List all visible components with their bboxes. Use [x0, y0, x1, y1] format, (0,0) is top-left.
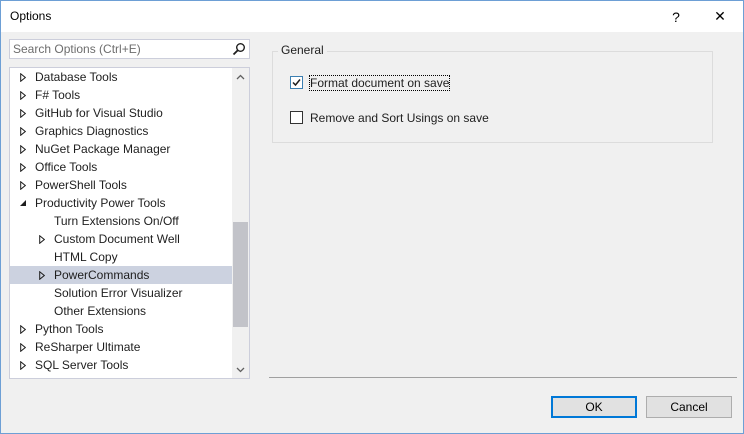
cancel-button[interactable]: Cancel [646, 396, 732, 418]
tree-item[interactable]: GitHub for Visual Studio [10, 104, 232, 122]
tree-item-label: ReSharper Ultimate [35, 340, 141, 354]
tree-item-label: Custom Document Well [54, 232, 180, 246]
options-dialog: Options ? ✕ Database Tools F# Tools GitHub… [0, 0, 744, 434]
tree-item[interactable]: Graphics Diagnostics [10, 122, 232, 140]
tree-item-label: Python Tools [35, 322, 104, 336]
checkmark-icon [292, 79, 301, 87]
tree-item[interactable]: Database Tools [10, 68, 232, 86]
scroll-down-button[interactable] [232, 361, 249, 378]
tree-item-label: PowerCommands [54, 268, 150, 282]
tree-item[interactable]: Productivity Power Tools [10, 194, 232, 212]
search-icon[interactable] [232, 42, 246, 56]
ok-button[interactable]: OK [551, 396, 637, 418]
general-group [272, 51, 713, 143]
general-group-title: General [278, 43, 327, 57]
collapsed-arrow-icon[interactable] [35, 266, 49, 284]
window-title: Options [10, 9, 52, 23]
tree-item[interactable]: F# Tools [10, 86, 232, 104]
collapsed-arrow-icon[interactable] [16, 122, 30, 140]
tree-item-label: Solution Error Visualizer [54, 286, 183, 300]
tree-item[interactable]: Other Extensions [10, 302, 232, 320]
tree-item[interactable]: SQL Server Tools [10, 356, 232, 374]
tree-item-label: F# Tools [35, 88, 81, 102]
scroll-up-button[interactable] [232, 68, 249, 85]
expanded-arrow-icon[interactable] [16, 194, 30, 212]
format-on-save-label[interactable]: Format document on save [308, 75, 451, 91]
tree-item-label: Office Tools [35, 160, 98, 174]
footer-divider [269, 377, 737, 378]
chevron-down-icon [236, 367, 245, 372]
collapsed-arrow-icon[interactable] [16, 158, 30, 176]
collapsed-arrow-icon[interactable] [16, 104, 30, 122]
tree-item[interactable]: Text Templating [10, 374, 232, 378]
tree-item-label: Graphics Diagnostics [35, 124, 149, 138]
options-tree: Database Tools F# Tools GitHub for Visual … [9, 67, 250, 379]
tree-items: Database Tools F# Tools GitHub for Visual … [10, 68, 232, 378]
collapsed-arrow-icon[interactable] [35, 230, 49, 248]
tree-item[interactable]: Solution Error Visualizer [10, 284, 232, 302]
tree-item[interactable]: Office Tools [10, 158, 232, 176]
chevron-up-icon [236, 74, 245, 79]
collapsed-arrow-icon[interactable] [16, 320, 30, 338]
tree-scrollbar[interactable] [232, 68, 249, 378]
collapsed-arrow-icon[interactable] [16, 356, 30, 374]
collapsed-arrow-icon[interactable] [16, 176, 30, 194]
tree-item-label: GitHub for Visual Studio [35, 106, 163, 120]
tree-item[interactable]: PowerCommands [10, 266, 232, 284]
help-icon: ? [672, 8, 680, 25]
sort-usings-checkbox[interactable] [290, 111, 303, 124]
title-bar: Options ? ✕ [1, 1, 743, 32]
tree-item[interactable]: ReSharper Ultimate [10, 338, 232, 356]
collapsed-arrow-icon[interactable] [16, 374, 30, 378]
tree-item-label: HTML Copy [54, 250, 118, 264]
tree-item-label: Database Tools [35, 70, 118, 84]
collapsed-arrow-icon[interactable] [16, 86, 30, 104]
tree-item[interactable]: HTML Copy [10, 248, 232, 266]
close-icon: ✕ [714, 8, 726, 24]
tree-item-label: PowerShell Tools [35, 178, 127, 192]
tree-item[interactable]: Turn Extensions On/Off [10, 212, 232, 230]
sort-usings-label[interactable]: Remove and Sort Usings on save [310, 111, 489, 125]
scroll-thumb[interactable] [233, 222, 248, 327]
tree-item-label: Turn Extensions On/Off [54, 214, 179, 228]
help-button[interactable]: ? [653, 1, 699, 32]
tree-item[interactable]: Custom Document Well [10, 230, 232, 248]
close-button[interactable]: ✕ [697, 1, 743, 32]
search-box [9, 39, 250, 59]
tree-item[interactable]: NuGet Package Manager [10, 140, 232, 158]
collapsed-arrow-icon[interactable] [16, 68, 30, 86]
search-input[interactable] [13, 41, 228, 57]
tree-item-label: NuGet Package Manager [35, 142, 171, 156]
collapsed-arrow-icon[interactable] [16, 338, 30, 356]
tree-item[interactable]: Python Tools [10, 320, 232, 338]
tree-item-label: Other Extensions [54, 304, 147, 318]
format-on-save-checkbox[interactable] [290, 76, 303, 89]
tree-item-label: Productivity Power Tools [35, 196, 166, 210]
dialog-content: Database Tools F# Tools GitHub for Visual … [1, 32, 743, 433]
collapsed-arrow-icon[interactable] [16, 140, 30, 158]
tree-item-label: Text Templating [35, 374, 118, 378]
tree-item-label: SQL Server Tools [35, 358, 129, 372]
tree-item[interactable]: PowerShell Tools [10, 176, 232, 194]
